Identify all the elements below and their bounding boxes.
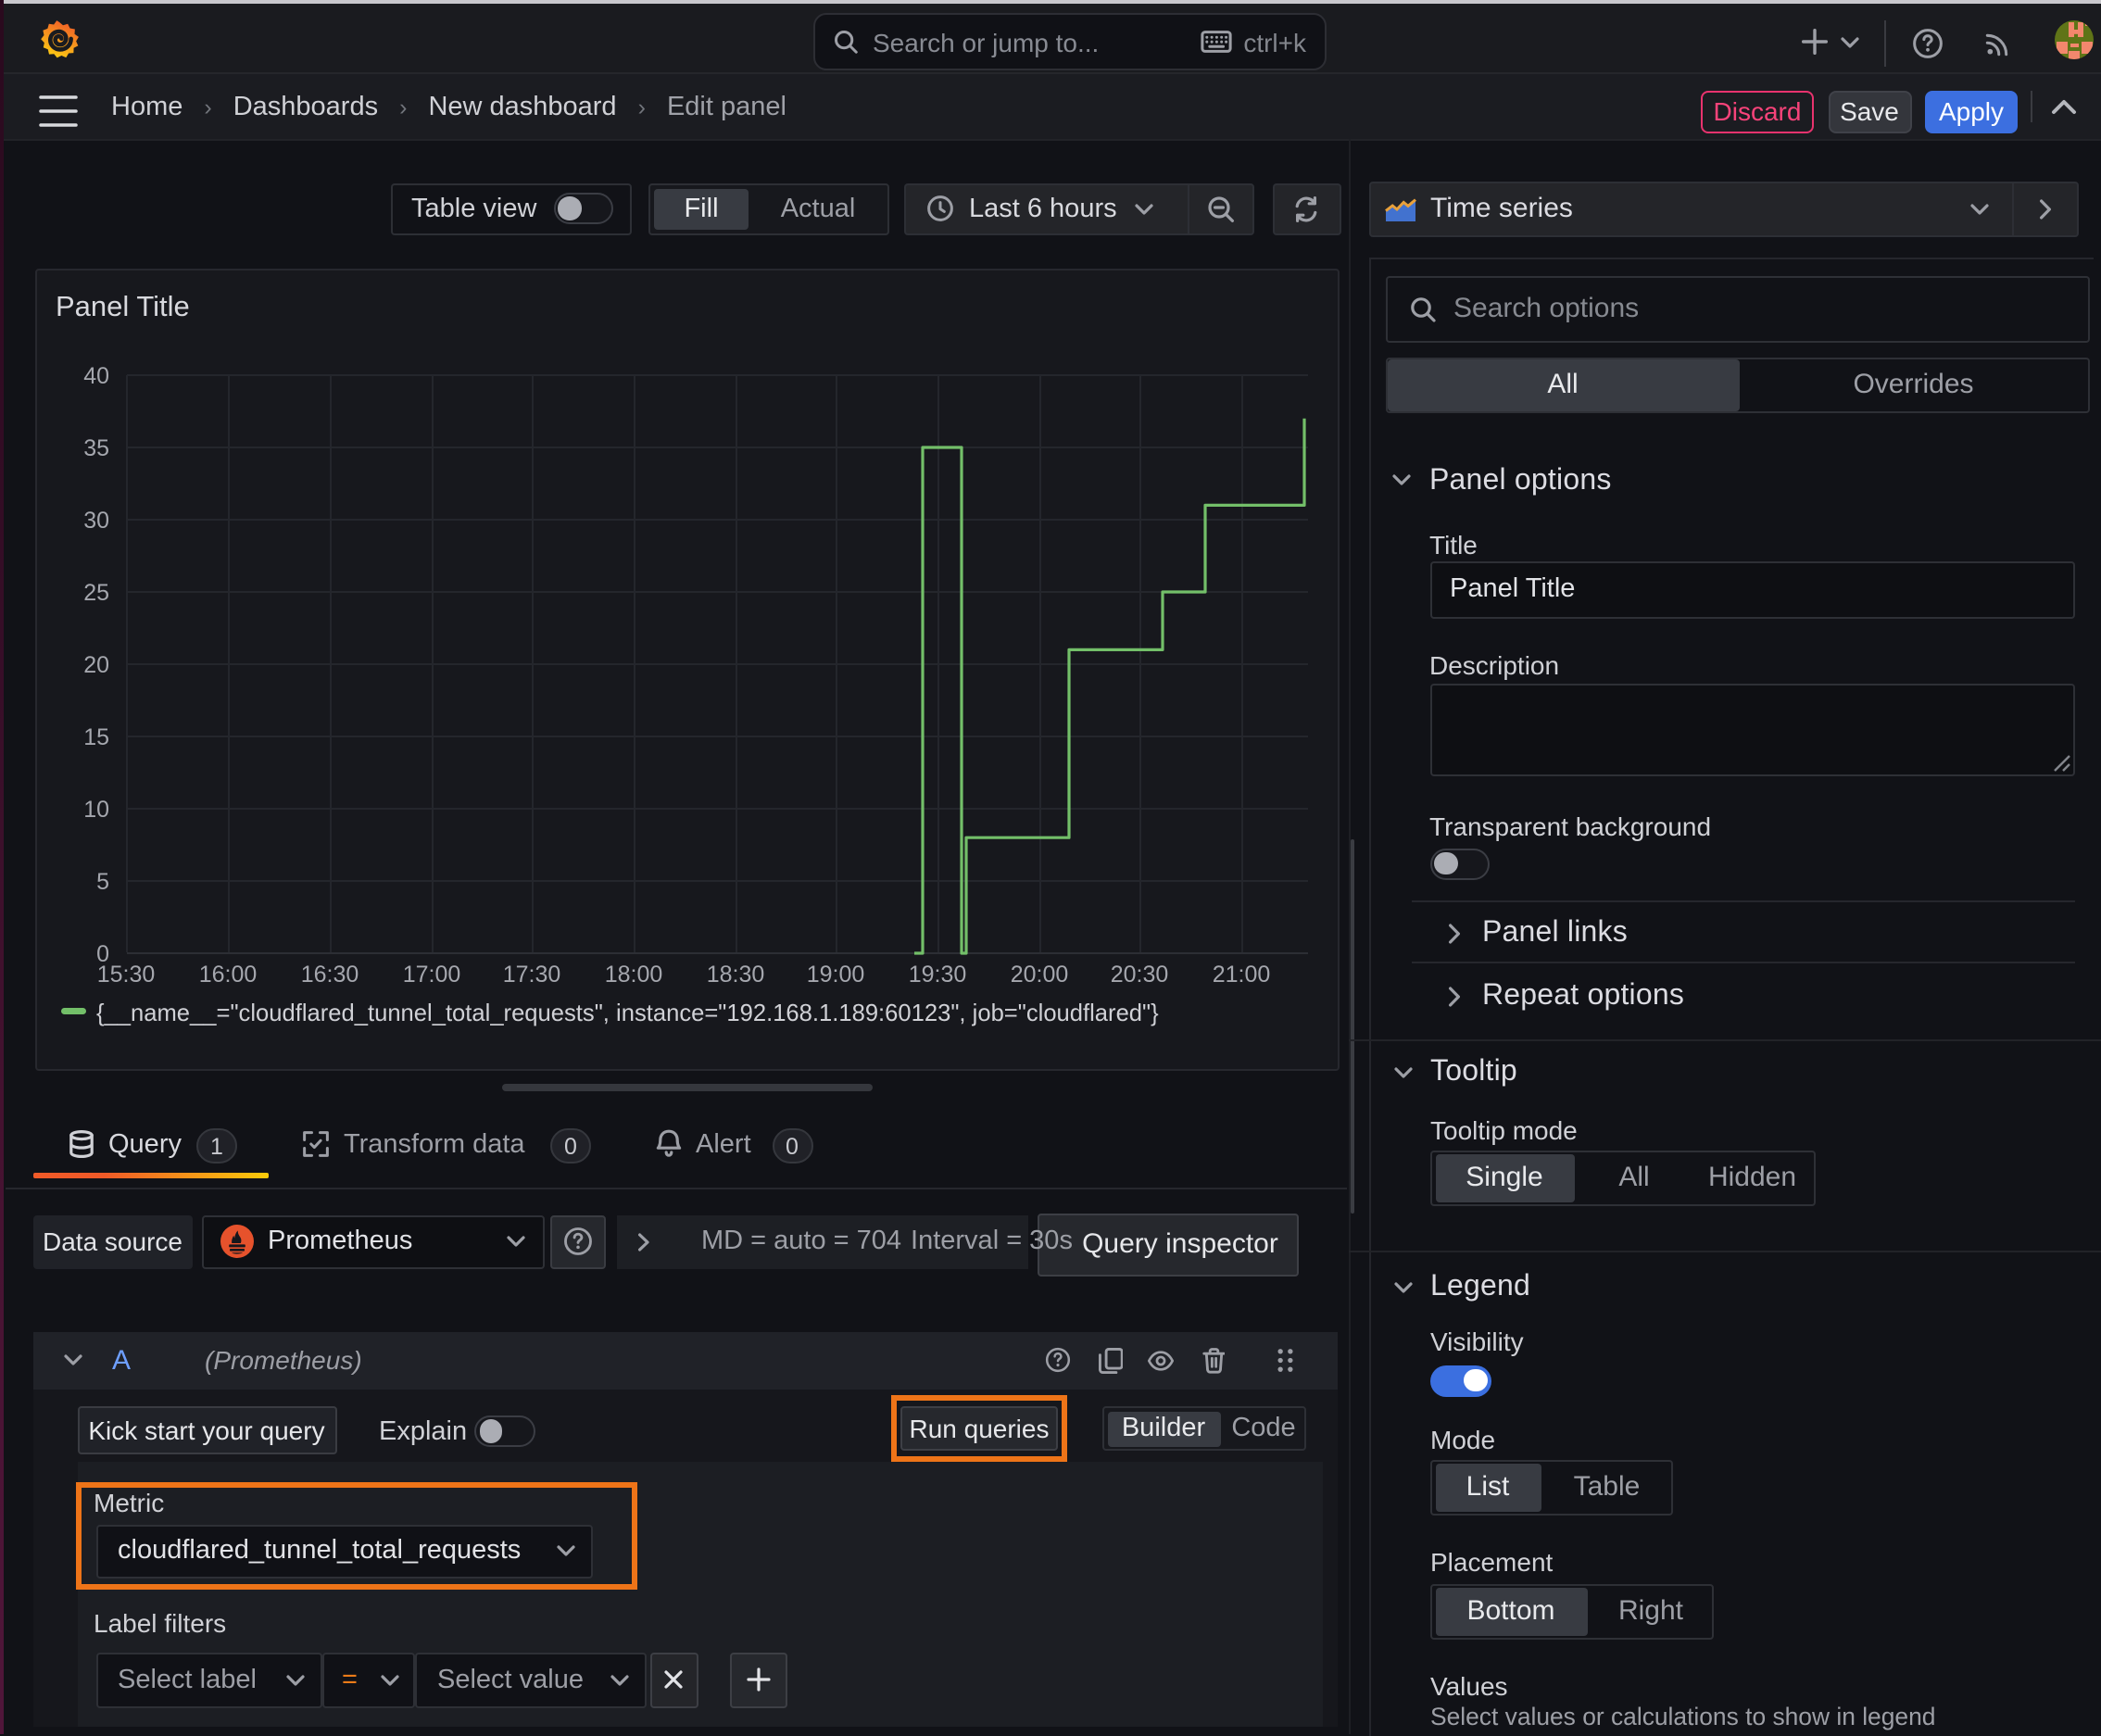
- svg-text:17:00: 17:00: [402, 961, 460, 987]
- svg-text:20: 20: [82, 651, 108, 677]
- svg-text:30: 30: [82, 507, 108, 533]
- svg-text:Panel Title: Panel Title: [55, 289, 189, 321]
- svg-text:15:30: 15:30: [96, 961, 155, 987]
- svg-text:15: 15: [82, 723, 108, 749]
- svg-text:17:30: 17:30: [502, 961, 560, 987]
- svg-text:19:00: 19:00: [806, 961, 864, 987]
- svg-text:40: 40: [82, 362, 108, 388]
- svg-text:21:00: 21:00: [1212, 961, 1270, 987]
- svg-text:25: 25: [82, 579, 108, 605]
- svg-text:20:00: 20:00: [1010, 961, 1068, 987]
- svg-text:10: 10: [82, 796, 108, 822]
- svg-text:18:00: 18:00: [604, 961, 662, 987]
- svg-text:16:00: 16:00: [198, 961, 257, 987]
- svg-text:35: 35: [82, 434, 108, 460]
- svg-text:19:30: 19:30: [908, 961, 966, 987]
- svg-text:16:30: 16:30: [300, 961, 359, 987]
- svg-text:5: 5: [95, 868, 108, 894]
- svg-text:20:30: 20:30: [1110, 961, 1168, 987]
- svg-text:18:30: 18:30: [706, 961, 764, 987]
- svg-text:{__name__="cloudflared_tunnel_: {__name__="cloudflared_tunnel_total_requ…: [95, 1000, 1158, 1025]
